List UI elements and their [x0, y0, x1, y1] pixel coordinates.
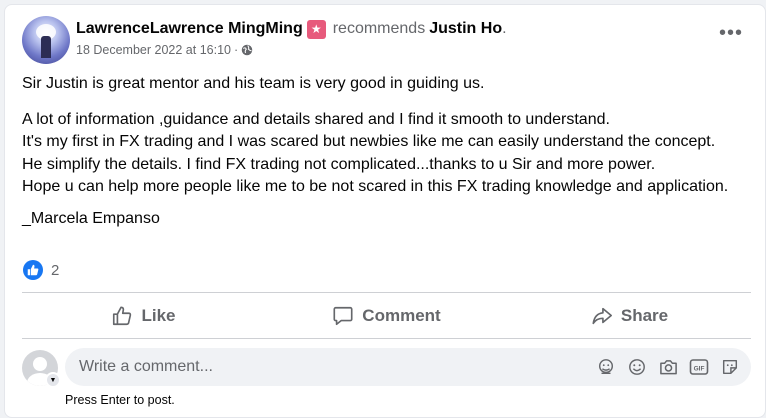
recommends-verb: recommends	[332, 20, 426, 37]
chevron-down-icon[interactable]: ▼	[45, 372, 61, 388]
post-meta: 18 December 2022 at 16:10 ·	[76, 43, 253, 57]
action-bar: Like Comment Share	[22, 294, 751, 338]
like-icon	[113, 306, 132, 326]
meta-separator: ·	[233, 43, 239, 57]
share-icon	[592, 307, 612, 325]
more-options-icon[interactable]: •••	[719, 23, 743, 43]
comment-input[interactable]	[79, 358, 579, 376]
post-body: Sir Justin is great mentor and his team …	[22, 73, 760, 243]
comment-label: Comment	[362, 306, 441, 325]
author-name[interactable]: LawrenceLawrence MingMing	[76, 19, 303, 39]
post-line: He simplify the details. I find FX tradi…	[22, 155, 656, 173]
camera-icon[interactable]	[657, 357, 679, 377]
globe-icon[interactable]	[241, 44, 253, 56]
emoji-icon[interactable]	[626, 357, 648, 377]
share-button[interactable]: Share	[508, 294, 751, 338]
post-header: LawrenceLawrence MingMing ★ recommends J…	[76, 19, 507, 39]
like-button[interactable]: Like	[22, 294, 265, 338]
post-paragraph-block: A lot of information ,guidance and detai…	[22, 109, 760, 199]
post-line: Hope u can help more people like me to b…	[22, 178, 729, 195]
reactions-count: 2	[51, 261, 60, 279]
press-enter-hint: Press Enter to post.	[65, 393, 175, 407]
svg-text:GIF: GIF	[694, 365, 705, 372]
divider-top	[22, 292, 751, 293]
post-line: A lot of information ,guidance and detai…	[22, 110, 610, 128]
composer-icons: GIF	[595, 357, 741, 377]
comment-icon	[333, 306, 353, 326]
comment-composer: GIF	[65, 348, 751, 386]
avatar-sticker-icon[interactable]	[595, 357, 617, 377]
divider-bottom	[22, 338, 751, 339]
post-timestamp[interactable]: 18 December 2022 at 16:10	[76, 43, 231, 57]
comment-button[interactable]: Comment	[265, 294, 508, 338]
sticker-icon[interactable]	[719, 357, 741, 377]
post-paragraph: Sir Justin is great mentor and his team …	[22, 75, 485, 92]
post-line: It's my first in FX trading and I was sc…	[22, 133, 716, 150]
recommendation-badge-icon: ★	[306, 19, 326, 39]
recommended-page-link[interactable]: Justin Ho	[429, 19, 502, 39]
header-period: .	[502, 20, 507, 37]
post-card: LawrenceLawrence MingMing ★ recommends J…	[4, 4, 766, 418]
gif-icon[interactable]: GIF	[688, 357, 710, 377]
avatar-figure	[41, 36, 51, 58]
avatar-head	[33, 357, 47, 371]
like-reaction-icon	[23, 260, 43, 280]
reactions-summary[interactable]: 2	[23, 260, 59, 280]
share-label: Share	[620, 306, 669, 325]
author-avatar[interactable]	[22, 16, 70, 64]
post-signature: _Marcela Empanso	[22, 209, 160, 227]
like-label: Like	[141, 306, 176, 325]
